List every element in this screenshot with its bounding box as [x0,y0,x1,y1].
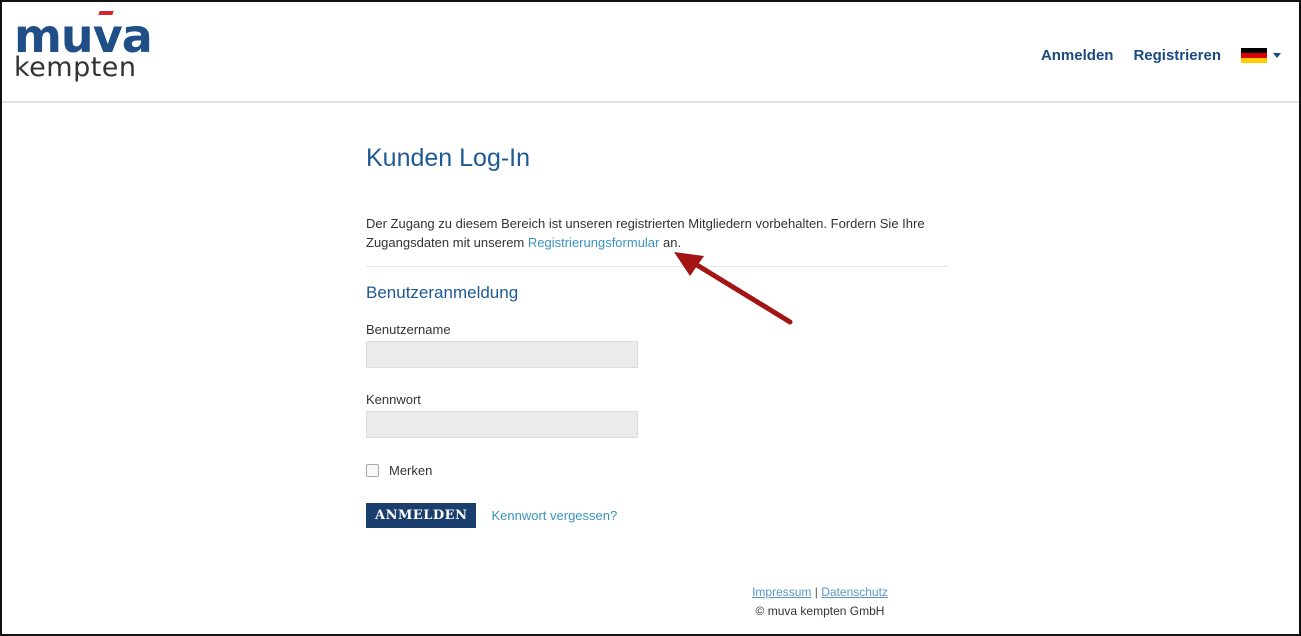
password-input[interactable] [366,411,638,438]
footer-links: Impressum | Datenschutz [740,583,900,602]
remember-label: Merken [389,463,433,478]
chevron-down-icon [1273,53,1281,58]
logo-subtitle: kempten [14,52,137,83]
page-title: Kunden Log-In [366,144,531,172]
language-switcher[interactable] [1241,48,1281,63]
copyright-text: © muva kempten GmbH [755,604,885,618]
flag-stripe-gold [1241,58,1267,63]
impressum-link[interactable]: Impressum [752,585,811,599]
logo[interactable]: muva kempten [14,9,153,83]
intro-text-after: an. [659,235,682,250]
footer-separator: | [814,585,818,599]
login-panel: Kunden Log-In Der Zugang zu diesem Berei… [366,140,948,528]
login-submit-button[interactable]: ANMELDEN [366,503,477,528]
username-label: Benutzername [366,322,451,337]
remember-checkbox[interactable] [366,464,379,477]
login-link[interactable]: Anmelden [1041,47,1114,64]
username-input[interactable] [366,341,638,368]
site-header: muva kempten Anmelden Registrieren [2,2,1299,103]
form-actions: ANMELDEN Kennwort vergessen? [366,503,948,528]
logo-word: muva [14,9,153,63]
divider [366,266,948,267]
registration-form-link[interactable]: Registrierungsformular [528,235,660,250]
annotation-arrow-icon [674,252,793,325]
remember-row: Merken [366,463,948,478]
intro-text: Der Zugang zu diesem Bereich ist unseren… [366,214,948,252]
privacy-link[interactable]: Datenschutz [821,585,888,599]
german-flag-icon [1241,48,1267,63]
site-footer: Impressum | Datenschutz © muva kempten G… [740,583,900,621]
register-link[interactable]: Registrieren [1133,47,1221,64]
password-label: Kennwort [366,392,421,407]
forgot-password-link[interactable]: Kennwort vergessen? [491,508,617,523]
section-title: Benutzeranmeldung [366,283,519,302]
top-nav: Anmelden Registrieren [1041,47,1281,64]
